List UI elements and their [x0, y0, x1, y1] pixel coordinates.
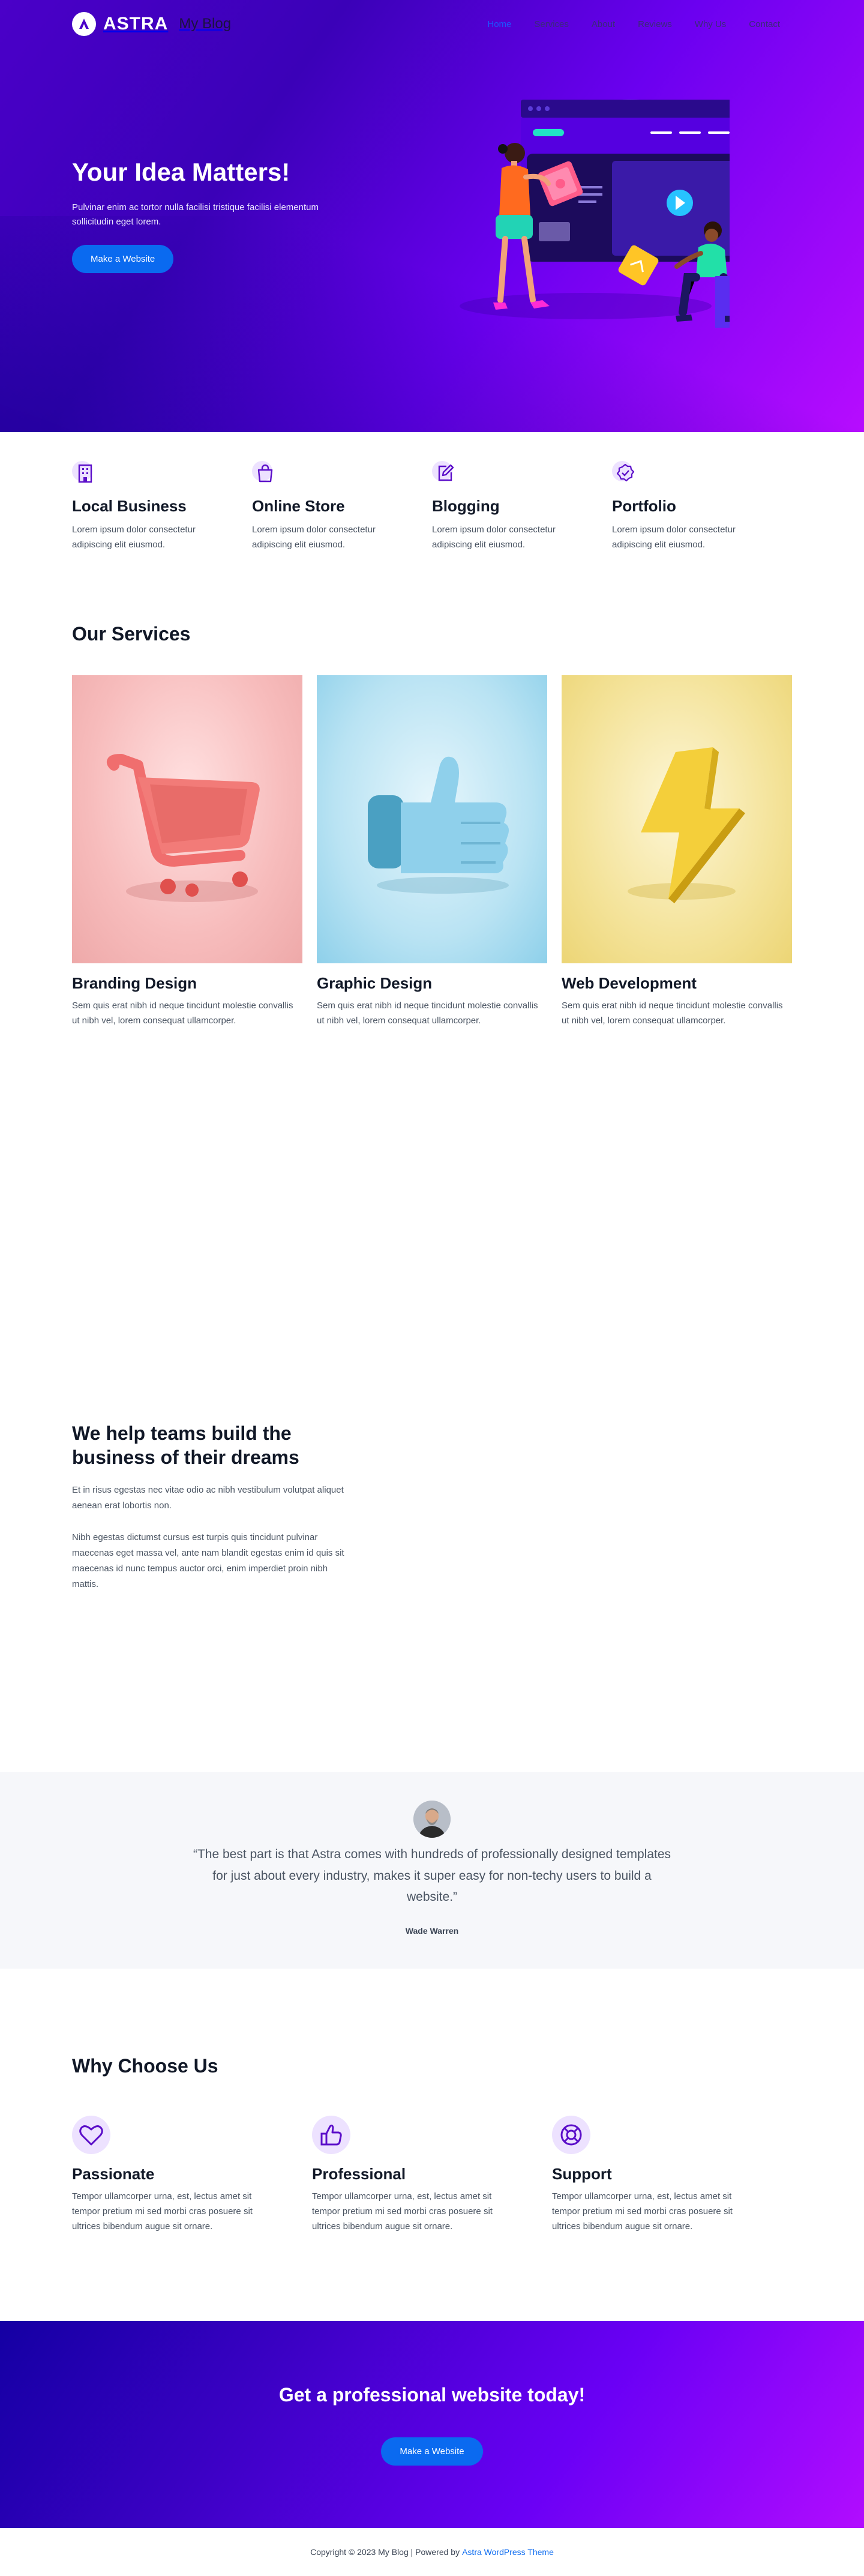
shopping-cart-image: [72, 675, 302, 963]
about-title: We help teams build the business of thei…: [72, 1422, 299, 1468]
why-item-text: Tempor ullamcorper urna, est, lectus ame…: [552, 2191, 733, 2231]
why-section: Why Choose Us Passionate Tempor ullamcor…: [0, 1969, 864, 2321]
site-header: ASTRA My Blog Home Services About Review…: [72, 11, 792, 37]
about-section: We help teams build the business of thei…: [0, 1344, 864, 1772]
why-item-text: Tempor ullamcorper urna, est, lectus ame…: [72, 2191, 253, 2231]
testimonial-section: “The best part is that Astra comes with …: [0, 1772, 864, 1969]
service-text: Sem quis erat nibh id neque tincidunt mo…: [562, 1001, 783, 1026]
why-item-title: Support: [552, 2165, 612, 2183]
edit-icon: [432, 460, 461, 489]
lightning-bolt-image: [562, 675, 792, 963]
feature-text: Lorem ipsum dolor consectetur adipiscing…: [72, 525, 196, 550]
menu-item-home[interactable]: Home: [487, 19, 511, 29]
service-text: Sem quis erat nibh id neque tincidunt mo…: [317, 1001, 538, 1026]
feature-local-business: Local Business Lorem ipsum dolor consect…: [72, 460, 252, 553]
service-card-web-dev: Web Development Sem quis erat nibh id ne…: [562, 675, 792, 1029]
menu-item-contact[interactable]: Contact: [749, 19, 780, 29]
about-paragraph-2: Nibh egestas dictumst cursus est turpis …: [72, 1532, 344, 1590]
building-icon: [72, 460, 101, 489]
menu-item-why-us[interactable]: Why Us: [695, 19, 727, 29]
hero-illustration: [460, 99, 730, 328]
service-title: Graphic Design: [317, 974, 433, 992]
avatar: [413, 1801, 451, 1838]
about-paragraph-1: Et in risus egestas nec vitae odio ac ni…: [72, 1485, 344, 1511]
cta-make-website-button[interactable]: Make a Website: [381, 2437, 483, 2466]
feature-title: Online Store: [252, 497, 345, 515]
feature-title: Blogging: [432, 497, 500, 515]
shopping-bag-icon: [252, 460, 281, 489]
footer-copyright: Copyright © 2023 My Blog | Powered by: [310, 2547, 460, 2557]
services-title: Our Services: [72, 623, 191, 645]
footer-theme-link[interactable]: Astra WordPress Theme: [462, 2547, 554, 2557]
why-item-title: Professional: [312, 2165, 406, 2183]
feature-title: Local Business: [72, 497, 187, 515]
why-title: Why Choose Us: [72, 2055, 218, 2077]
hero-subtitle: Pulvinar enim ac tortor nulla facilisi t…: [72, 202, 319, 227]
why-item-passionate: Passionate Tempor ullamcorper urna, est,…: [72, 2116, 312, 2234]
heart-icon: [72, 2116, 110, 2154]
astra-logo-icon: [72, 12, 96, 36]
cta-section: Get a professional website today! Make a…: [0, 2321, 864, 2528]
why-item-professional: Professional Tempor ullamcorper urna, es…: [312, 2116, 552, 2234]
site-logo-link[interactable]: ASTRA My Blog: [72, 11, 231, 37]
site-title: My Blog: [179, 16, 232, 32]
testimonial-quote: “The best part is that Astra comes with …: [193, 1847, 671, 1904]
service-title: Branding Design: [72, 974, 197, 992]
menu-item-services[interactable]: Services: [534, 19, 569, 29]
hero-section: ASTRA My Blog Home Services About Review…: [0, 0, 864, 432]
menu-item-reviews[interactable]: Reviews: [638, 19, 672, 29]
menu-item-about[interactable]: About: [592, 19, 615, 29]
why-item-support: Support Tempor ullamcorper urna, est, le…: [552, 2116, 792, 2234]
thumbs-up-image: [317, 675, 547, 963]
service-card-branding: Branding Design Sem quis erat nibh id ne…: [72, 675, 302, 1029]
service-card-graphic: Graphic Design Sem quis erat nibh id neq…: [317, 675, 547, 1029]
site-footer: Copyright © 2023 My Blog | Powered by As…: [0, 2528, 864, 2576]
feature-blogging: Blogging Lorem ipsum dolor consectetur a…: [432, 460, 612, 553]
feature-text: Lorem ipsum dolor consectetur adipiscing…: [612, 525, 736, 550]
cta-title: Get a professional website today!: [278, 2384, 586, 2406]
logo-text: ASTRA: [103, 14, 169, 34]
hero-content: Your Idea Matters! Pulvinar enim ac tort…: [72, 157, 324, 274]
services-section: Our Services Branding Design Sem quis er…: [0, 612, 864, 1344]
features-section: Local Business Lorem ipsum dolor consect…: [0, 432, 864, 612]
feature-title: Portfolio: [612, 497, 676, 515]
service-title: Web Development: [562, 974, 697, 992]
feature-text: Lorem ipsum dolor consectetur adipiscing…: [432, 525, 556, 550]
service-text: Sem quis erat nibh id neque tincidunt mo…: [72, 1001, 293, 1026]
feature-online-store: Online Store Lorem ipsum dolor consectet…: [252, 460, 432, 553]
why-item-text: Tempor ullamcorper urna, est, lectus ame…: [312, 2191, 493, 2231]
badge-check-icon: [612, 460, 641, 489]
hero-title: Your Idea Matters!: [72, 158, 290, 186]
feature-text: Lorem ipsum dolor consectetur adipiscing…: [252, 525, 376, 550]
hero-make-website-button[interactable]: Make a Website: [72, 245, 174, 274]
thumbs-up-icon: [312, 2116, 350, 2154]
lifebuoy-icon: [552, 2116, 590, 2154]
feature-portfolio: Portfolio Lorem ipsum dolor consectetur …: [612, 460, 792, 553]
why-item-title: Passionate: [72, 2165, 155, 2183]
main-menu: Home Services About Reviews Why Us Conta…: [487, 11, 780, 37]
testimonial-author: Wade Warren: [405, 1926, 459, 1936]
